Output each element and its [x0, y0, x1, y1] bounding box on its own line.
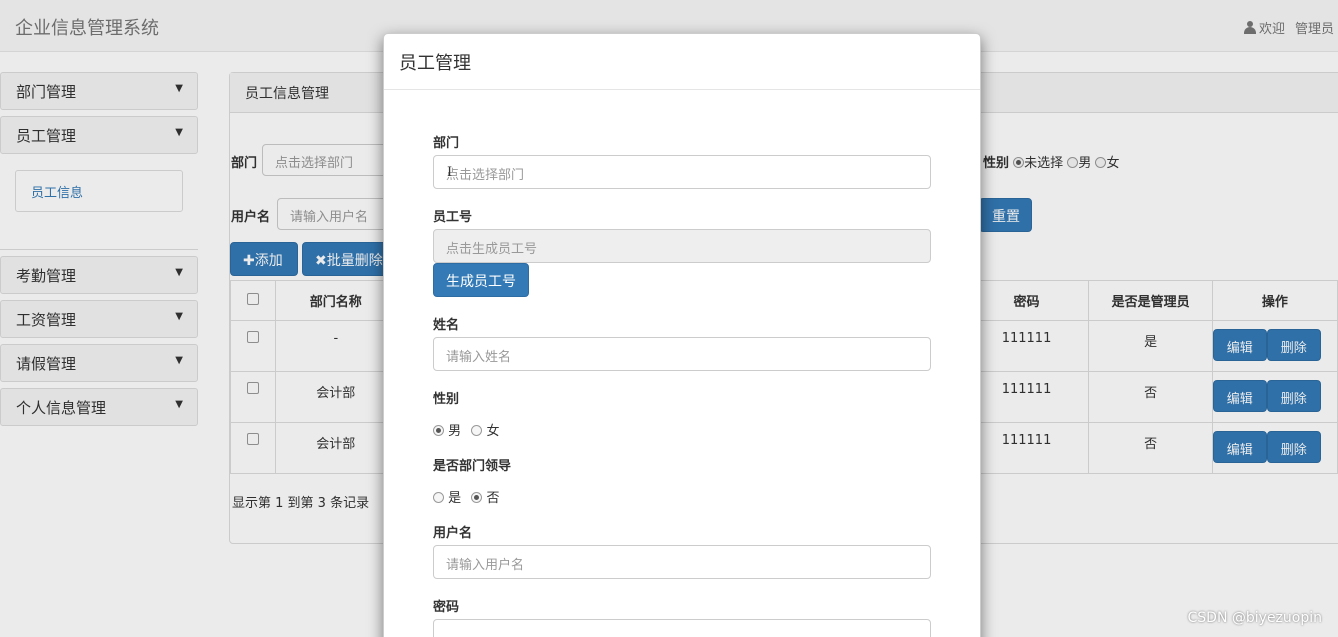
modal-title: 员工管理 — [384, 34, 980, 90]
username-input[interactable]: 请输入用户名 — [433, 545, 931, 579]
password-input[interactable] — [433, 619, 931, 637]
generate-empno-button[interactable]: 生成员工号 — [433, 263, 529, 297]
name-input[interactable]: 请输入姓名 — [433, 337, 931, 371]
leader-radio-group: 是 否 — [433, 487, 505, 506]
username-label: 用户名 — [433, 526, 473, 541]
name-label: 姓名 — [433, 318, 460, 333]
gender-label: 性别 — [433, 392, 460, 407]
text-cursor-icon: I — [447, 165, 453, 180]
password-label: 密码 — [433, 600, 460, 615]
dept-label: 部门 — [433, 136, 460, 151]
leader-label: 是否部门领导 — [433, 459, 512, 474]
leader-no-radio[interactable] — [471, 492, 483, 503]
empno-label: 员工号 — [433, 210, 473, 225]
watermark: CSDN @biyezuopin — [1187, 610, 1322, 626]
gender-female-radio[interactable] — [471, 425, 483, 436]
empno-input[interactable]: 点击生成员工号 — [433, 229, 931, 263]
gender-radio-group: 男 女 — [433, 420, 505, 439]
leader-yes-radio[interactable] — [433, 492, 444, 503]
gender-male-radio[interactable] — [433, 425, 444, 436]
dept-select-input[interactable]: 点击选择部门 I — [433, 155, 931, 189]
employee-modal: 员工管理 部门 点击选择部门 I 员工号 点击生成员工号 生成员工号 姓名 请输… — [383, 33, 981, 637]
